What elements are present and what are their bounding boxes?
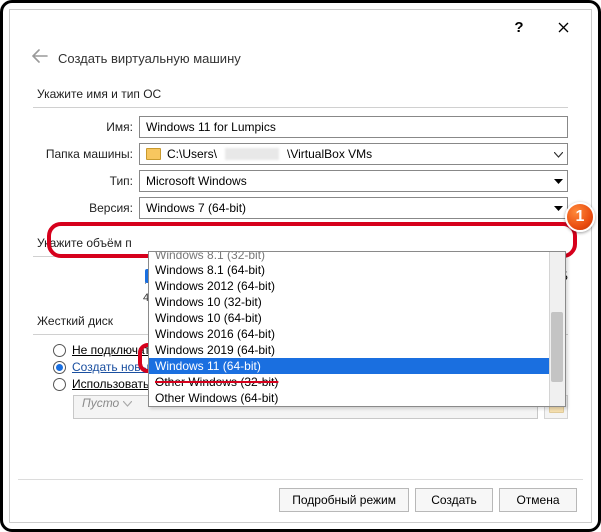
dropdown-item[interactable]: Windows 2019 (64-bit) bbox=[149, 342, 565, 358]
detailed-mode-button[interactable]: Подробный режим bbox=[279, 488, 409, 512]
wizard-title: Создать виртуальную машину bbox=[58, 51, 241, 66]
dialog-frame: ? Создать виртуальную машину Укажите имя… bbox=[0, 0, 601, 532]
type-label: Тип: bbox=[33, 174, 139, 188]
chevron-down-icon bbox=[554, 201, 563, 215]
dropdown-item[interactable]: Windows 10 (64-bit) bbox=[149, 310, 565, 326]
dropdown-item[interactable]: Windows 8.1 (64-bit) bbox=[149, 262, 565, 278]
chevron-down-icon bbox=[554, 147, 563, 161]
dropdown-item[interactable]: Windows 10 (32-bit) bbox=[149, 294, 565, 310]
create-button[interactable]: Создать bbox=[415, 488, 493, 512]
close-button[interactable] bbox=[541, 12, 585, 42]
dropdown-scrollbar[interactable] bbox=[549, 252, 565, 406]
dropdown-item[interactable]: Windows 2012 (64-bit) bbox=[149, 278, 565, 294]
radio-icon bbox=[53, 361, 66, 374]
chevron-down-icon bbox=[123, 396, 132, 410]
folder-path-suffix: \VirtualBox VMs bbox=[287, 147, 372, 161]
name-label: Имя: bbox=[33, 120, 139, 134]
wizard-header: Создать виртуальную машину bbox=[10, 44, 591, 80]
name-input[interactable] bbox=[139, 116, 568, 138]
os-version-value: Windows 7 (64-bit) bbox=[146, 201, 246, 215]
version-label: Версия: bbox=[33, 201, 139, 215]
dropdown-item[interactable]: Windows 11 (64-bit) bbox=[149, 358, 565, 374]
dialog-inner: ? Создать виртуальную машину Укажите имя… bbox=[9, 9, 592, 523]
group-os: Укажите имя и тип ОС Имя: Папка машины: … bbox=[32, 84, 569, 225]
group-os-legend: Укажите имя и тип ОС bbox=[37, 87, 568, 101]
radio-icon bbox=[53, 378, 66, 391]
dropdown-item[interactable]: Windows 8.1 (32-bit) bbox=[149, 252, 565, 262]
os-version-combo[interactable]: Windows 7 (64-bit) bbox=[139, 197, 568, 219]
help-button[interactable]: ? bbox=[497, 12, 541, 42]
folder-path-user-blur bbox=[225, 148, 279, 160]
dialog-footer: Подробный режим Создать Отмена bbox=[279, 488, 577, 512]
titlebar: ? bbox=[10, 10, 591, 44]
version-dropdown[interactable]: Windows 8.1 (32-bit)Windows 8.1 (64-bit)… bbox=[148, 251, 566, 407]
scrollbar-thumb[interactable] bbox=[551, 312, 563, 382]
radio-icon bbox=[53, 344, 66, 357]
dropdown-item[interactable]: Windows 2016 (64-bit) bbox=[149, 326, 565, 342]
annotation-badge-1: 1 bbox=[565, 202, 595, 232]
group-memory-legend: Укажите объём п bbox=[37, 236, 568, 250]
existing-disk-placeholder: Пусто bbox=[82, 396, 119, 410]
cancel-button[interactable]: Отмена bbox=[499, 488, 577, 512]
folder-path-prefix: C:\Users\ bbox=[167, 147, 217, 161]
folder-label: Папка машины: bbox=[33, 147, 139, 161]
machine-folder-combo[interactable]: C:\Users\ \VirtualBox VMs bbox=[139, 143, 568, 165]
os-type-value: Microsoft Windows bbox=[146, 174, 247, 188]
chevron-down-icon bbox=[554, 174, 563, 188]
dropdown-item[interactable]: Other Windows (32-bit) bbox=[149, 374, 565, 390]
dropdown-item[interactable]: Other Windows (64-bit) bbox=[149, 390, 565, 406]
folder-icon bbox=[146, 148, 161, 160]
back-arrow-icon[interactable] bbox=[32, 48, 48, 68]
os-type-combo[interactable]: Microsoft Windows bbox=[139, 170, 568, 192]
